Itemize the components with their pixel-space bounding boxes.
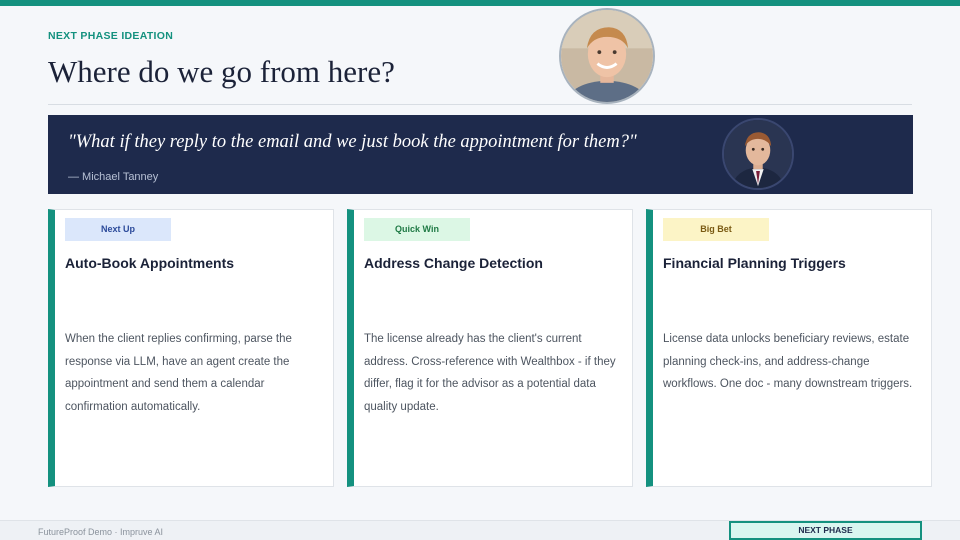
card-badge-next-up: Next Up — [65, 218, 171, 241]
card-badge-big-bet: Big Bet — [663, 218, 769, 241]
card-title: Address Change Detection — [364, 255, 543, 271]
card-body: The license already has the client's cur… — [364, 333, 616, 413]
presenter-avatar — [559, 8, 655, 104]
next-phase-button[interactable]: NEXT PHASE — [729, 521, 922, 540]
quote-text: "What if they reply to the email and we … — [68, 132, 637, 152]
footer-text: FutureProof Demo · Impruve AI — [38, 527, 164, 537]
section-eyebrow: NEXT PHASE IDEATION — [48, 30, 174, 42]
card-body: License data unlocks beneficiary reviews… — [663, 333, 913, 391]
quote-author: — Michael Tanney — [68, 171, 159, 183]
card-title: Auto-Book Appointments — [65, 255, 235, 271]
card-body: When the client replies confirming, pars… — [65, 333, 292, 413]
quote-author-avatar — [722, 118, 794, 190]
idea-card-1: Next Up Auto-Book Appointments When the … — [48, 209, 334, 487]
quote-author-photo-icon — [724, 120, 792, 188]
card-badge-quick-win: Quick Win — [364, 218, 470, 241]
top-accent-bar — [0, 0, 960, 6]
page-title: Where do we go from here? — [48, 54, 395, 89]
title-divider — [48, 104, 912, 105]
card-title: Financial Planning Triggers — [663, 255, 846, 271]
idea-card-2: Quick Win Address Change Detection The l… — [347, 209, 633, 487]
idea-card-3: Big Bet Financial Planning Triggers Lice… — [646, 209, 932, 487]
presenter-photo-icon — [561, 10, 653, 102]
